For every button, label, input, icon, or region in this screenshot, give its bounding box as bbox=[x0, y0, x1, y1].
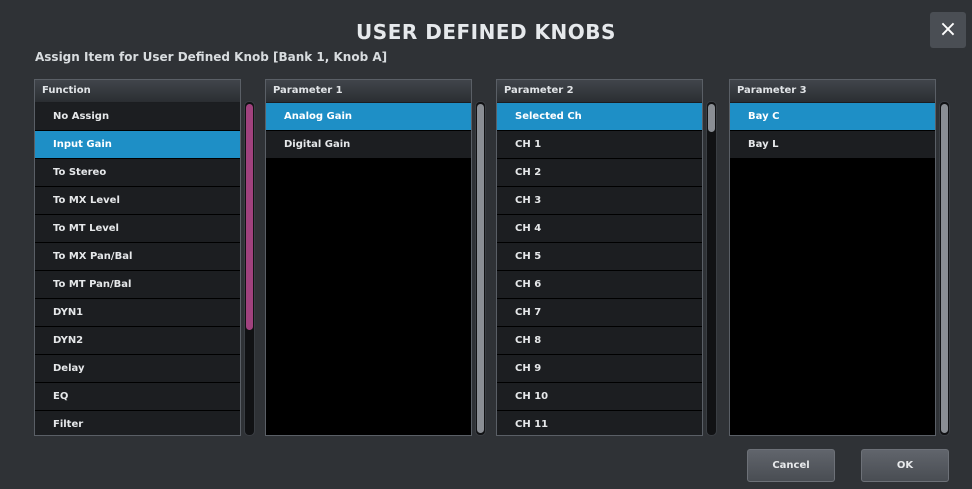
function-item[interactable]: To Stereo bbox=[35, 159, 240, 187]
parameter1-item[interactable]: Digital Gain bbox=[266, 131, 471, 159]
parameter3-scrollbar[interactable] bbox=[939, 101, 950, 436]
function-item[interactable]: EQ bbox=[35, 383, 240, 411]
parameter1-scrollbar[interactable] bbox=[475, 101, 486, 436]
close-button[interactable]: × bbox=[930, 12, 966, 48]
parameter2-item[interactable]: CH 7 bbox=[497, 299, 702, 327]
ok-button-label: OK bbox=[896, 460, 914, 471]
parameter2-item[interactable]: CH 4 bbox=[497, 215, 702, 243]
parameter2-item[interactable]: CH 9 bbox=[497, 355, 702, 383]
parameter3-item[interactable]: Bay L bbox=[730, 131, 935, 159]
parameter1-scroll-thumb[interactable] bbox=[477, 104, 484, 433]
function-item[interactable]: Input Gain bbox=[35, 131, 240, 159]
parameter1-item[interactable]: Analog Gain bbox=[266, 103, 471, 131]
function-header: Function bbox=[35, 80, 240, 103]
parameter2-item[interactable]: Selected Ch bbox=[497, 103, 702, 131]
function-item[interactable]: Delay bbox=[35, 355, 240, 383]
parameter2-item[interactable]: CH 8 bbox=[497, 327, 702, 355]
function-item[interactable]: No Assign bbox=[35, 103, 240, 131]
parameter3-item[interactable]: Bay C bbox=[730, 103, 935, 131]
parameter2-scrollbar[interactable] bbox=[706, 101, 717, 436]
function-item[interactable]: DYN1 bbox=[35, 299, 240, 327]
function-item[interactable]: DYN2 bbox=[35, 327, 240, 355]
parameter2-item[interactable]: CH 2 bbox=[497, 159, 702, 187]
parameter2-header: Parameter 2 bbox=[497, 80, 702, 103]
parameter3-header: Parameter 3 bbox=[730, 80, 935, 103]
parameter1-header: Parameter 1 bbox=[266, 80, 471, 103]
parameter2-scroll-thumb[interactable] bbox=[708, 104, 715, 132]
parameter3-scroll-thumb[interactable] bbox=[941, 104, 948, 433]
parameter1-list: Parameter 1 Analog Gain Digital Gain bbox=[265, 79, 472, 436]
ok-button[interactable]: OK bbox=[861, 449, 949, 482]
parameter2-item[interactable]: CH 11 bbox=[497, 411, 702, 435]
function-item[interactable]: Filter bbox=[35, 411, 240, 435]
cancel-button-label: Cancel bbox=[772, 460, 810, 471]
user-defined-knobs-dialog: USER DEFINED KNOBS × Assign Item for Use… bbox=[0, 0, 972, 489]
assign-item-subtitle: Assign Item for User Defined Knob [Bank … bbox=[35, 50, 388, 64]
parameter2-item[interactable]: CH 1 bbox=[497, 131, 702, 159]
parameter2-list: Parameter 2 Selected Ch CH 1 CH 2 CH 3 C… bbox=[496, 79, 703, 436]
close-icon: × bbox=[938, 17, 958, 42]
parameter2-item[interactable]: CH 6 bbox=[497, 271, 702, 299]
function-item[interactable]: To MT Pan/Bal bbox=[35, 271, 240, 299]
parameter3-list: Parameter 3 Bay C Bay L bbox=[729, 79, 936, 436]
parameter2-item[interactable]: CH 3 bbox=[497, 187, 702, 215]
function-scrollbar[interactable] bbox=[244, 101, 255, 436]
function-item[interactable]: To MX Level bbox=[35, 187, 240, 215]
function-scroll-thumb[interactable] bbox=[246, 104, 253, 330]
function-item[interactable]: To MX Pan/Bal bbox=[35, 243, 240, 271]
parameter2-item[interactable]: CH 5 bbox=[497, 243, 702, 271]
function-list: Function No Assign Input Gain To Stereo … bbox=[34, 79, 241, 436]
function-item[interactable]: To MT Level bbox=[35, 215, 240, 243]
parameter2-item[interactable]: CH 10 bbox=[497, 383, 702, 411]
cancel-button[interactable]: Cancel bbox=[747, 449, 835, 482]
